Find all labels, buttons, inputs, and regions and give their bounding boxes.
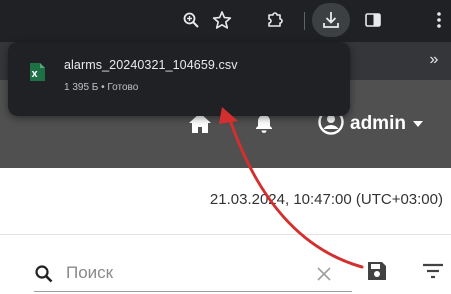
close-icon[interactable] [316,266,332,287]
download-icon[interactable] [318,7,344,33]
download-file-name[interactable]: alarms_20240321_104659.csv [64,58,238,72]
section-divider [0,234,451,235]
search-input[interactable] [66,260,306,286]
zoom-icon[interactable] [178,7,204,33]
filter-button[interactable] [422,262,444,285]
home-icon[interactable] [188,112,212,139]
svg-text:X: X [32,70,39,79]
timestamp: 21.03.2024, 10:47:00 (UTC+03:00) [209,191,443,208]
kebab-menu-icon[interactable] [432,7,446,33]
extensions-icon[interactable] [262,7,288,33]
search-icon [34,264,54,289]
filter-icon [422,263,444,284]
toolbar-divider [304,12,305,30]
download-file-meta: 1 395 Б • Готово [64,82,139,93]
bookmarks-overflow-button[interactable]: » [424,50,444,70]
browser-toolbar [0,0,451,42]
save-icon [366,262,388,286]
search-field[interactable] [34,258,352,292]
side-panel-icon[interactable] [360,7,386,33]
caret-down-icon [412,115,424,133]
excel-csv-file-icon: X [28,62,46,87]
save-button[interactable] [366,260,388,287]
user-name: admin [350,113,406,134]
download-popup: X [8,42,350,116]
star-icon[interactable] [209,7,235,33]
